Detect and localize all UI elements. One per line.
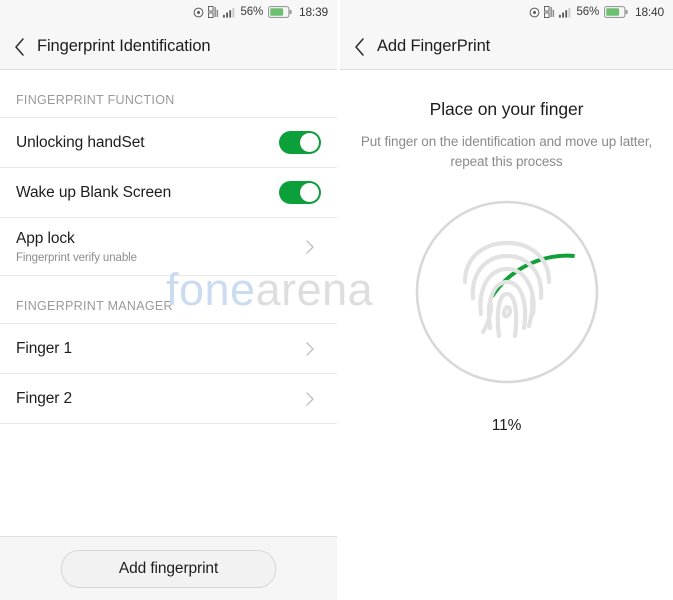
chevron-right-icon — [306, 341, 314, 356]
battery-percent-label: 56% — [240, 6, 264, 18]
row-finger-2[interactable]: Finger 2 — [0, 373, 337, 423]
screen-add-fingerprint: 56% 18:40 Add FingerPrint Place on your … — [340, 0, 673, 600]
chevron-right-icon — [306, 391, 314, 406]
signal-icon — [558, 7, 570, 18]
alarm-icon — [193, 7, 203, 17]
row-app-lock-texts: App lock Fingerprint verify unable — [16, 230, 137, 264]
title-bar-left: Fingerprint Identification — [0, 24, 337, 70]
enrollment-heading: Place on your finger — [429, 99, 584, 119]
settings-list: FINGERPRINT FUNCTION Unlocking handSet W… — [0, 70, 337, 582]
enrollment-progress-ring[interactable] — [412, 197, 602, 387]
row-wake-up-blank-screen-texts: Wake up Blank Screen — [16, 184, 171, 202]
toggle-knob — [300, 133, 319, 152]
title-bar-right: Add FingerPrint — [340, 24, 673, 70]
back-chevron-icon[interactable] — [354, 37, 366, 57]
signal-icon — [222, 7, 234, 18]
vpn-icon — [207, 6, 218, 18]
battery-icon — [603, 6, 628, 18]
add-fingerprint-button[interactable]: Add fingerprint — [61, 549, 276, 588]
section-header-fingerprint-function: FINGERPRINT FUNCTION — [16, 93, 175, 107]
status-bar-clock-right: 18:40 — [634, 5, 664, 19]
row-unlocking-handset[interactable]: Unlocking handSet — [0, 117, 337, 167]
battery-icon — [267, 6, 292, 18]
toggle-unlocking-handset[interactable] — [279, 131, 321, 154]
row-label: Finger 1 — [16, 339, 73, 357]
row-label: Finger 2 — [16, 389, 73, 407]
status-bar-left: 56% 18:39 — [0, 0, 337, 24]
row-label: App lock — [16, 229, 75, 247]
row-sublabel: Fingerprint verify unable — [16, 251, 137, 264]
progress-percent-label: 11% — [491, 417, 522, 435]
page-title-right: Add FingerPrint — [377, 37, 491, 55]
enrollment-instruction: Put finger on the identification and mov… — [360, 134, 653, 169]
toggle-wake-up-blank-screen[interactable] — [279, 181, 321, 204]
row-app-lock[interactable]: App lock Fingerprint verify unable — [0, 217, 337, 275]
back-chevron-icon[interactable] — [14, 37, 26, 57]
list-end-divider — [0, 423, 337, 424]
status-bar-icons-right: 56% — [529, 6, 628, 18]
dual-screenshot: 56% 18:39 Fingerprint Identification FIN… — [0, 0, 673, 600]
row-wake-up-blank-screen[interactable]: Wake up Blank Screen — [0, 167, 337, 217]
row-finger-2-texts: Finger 2 — [16, 390, 72, 408]
row-finger-1[interactable]: Finger 1 — [0, 323, 337, 373]
toggle-knob — [300, 183, 319, 202]
bottom-action-bar: Add fingerprint — [0, 536, 337, 600]
status-bar-icons-left: 56% — [193, 6, 292, 18]
screen-fingerprint-identification: 56% 18:39 Fingerprint Identification FIN… — [0, 0, 337, 600]
enrollment-body: Place on your finger Put finger on the i… — [340, 70, 673, 600]
row-finger-1-texts: Finger 1 — [16, 340, 72, 358]
status-bar-clock-left: 18:39 — [298, 5, 328, 19]
alarm-icon — [529, 7, 539, 17]
chevron-right-icon — [306, 239, 314, 254]
row-label: Unlocking handSet — [16, 133, 145, 151]
section-header-fingerprint-manager: FINGERPRINT MANAGER — [16, 299, 173, 313]
status-bar-right: 56% 18:40 — [340, 0, 673, 24]
battery-percent-label: 56% — [576, 6, 600, 18]
vpn-icon — [543, 6, 554, 18]
page-title-left: Fingerprint Identification — [37, 37, 211, 55]
row-unlocking-handset-texts: Unlocking handSet — [16, 133, 145, 152]
fingerprint-icon — [462, 241, 551, 339]
row-label: Wake up Blank Screen — [16, 183, 172, 201]
